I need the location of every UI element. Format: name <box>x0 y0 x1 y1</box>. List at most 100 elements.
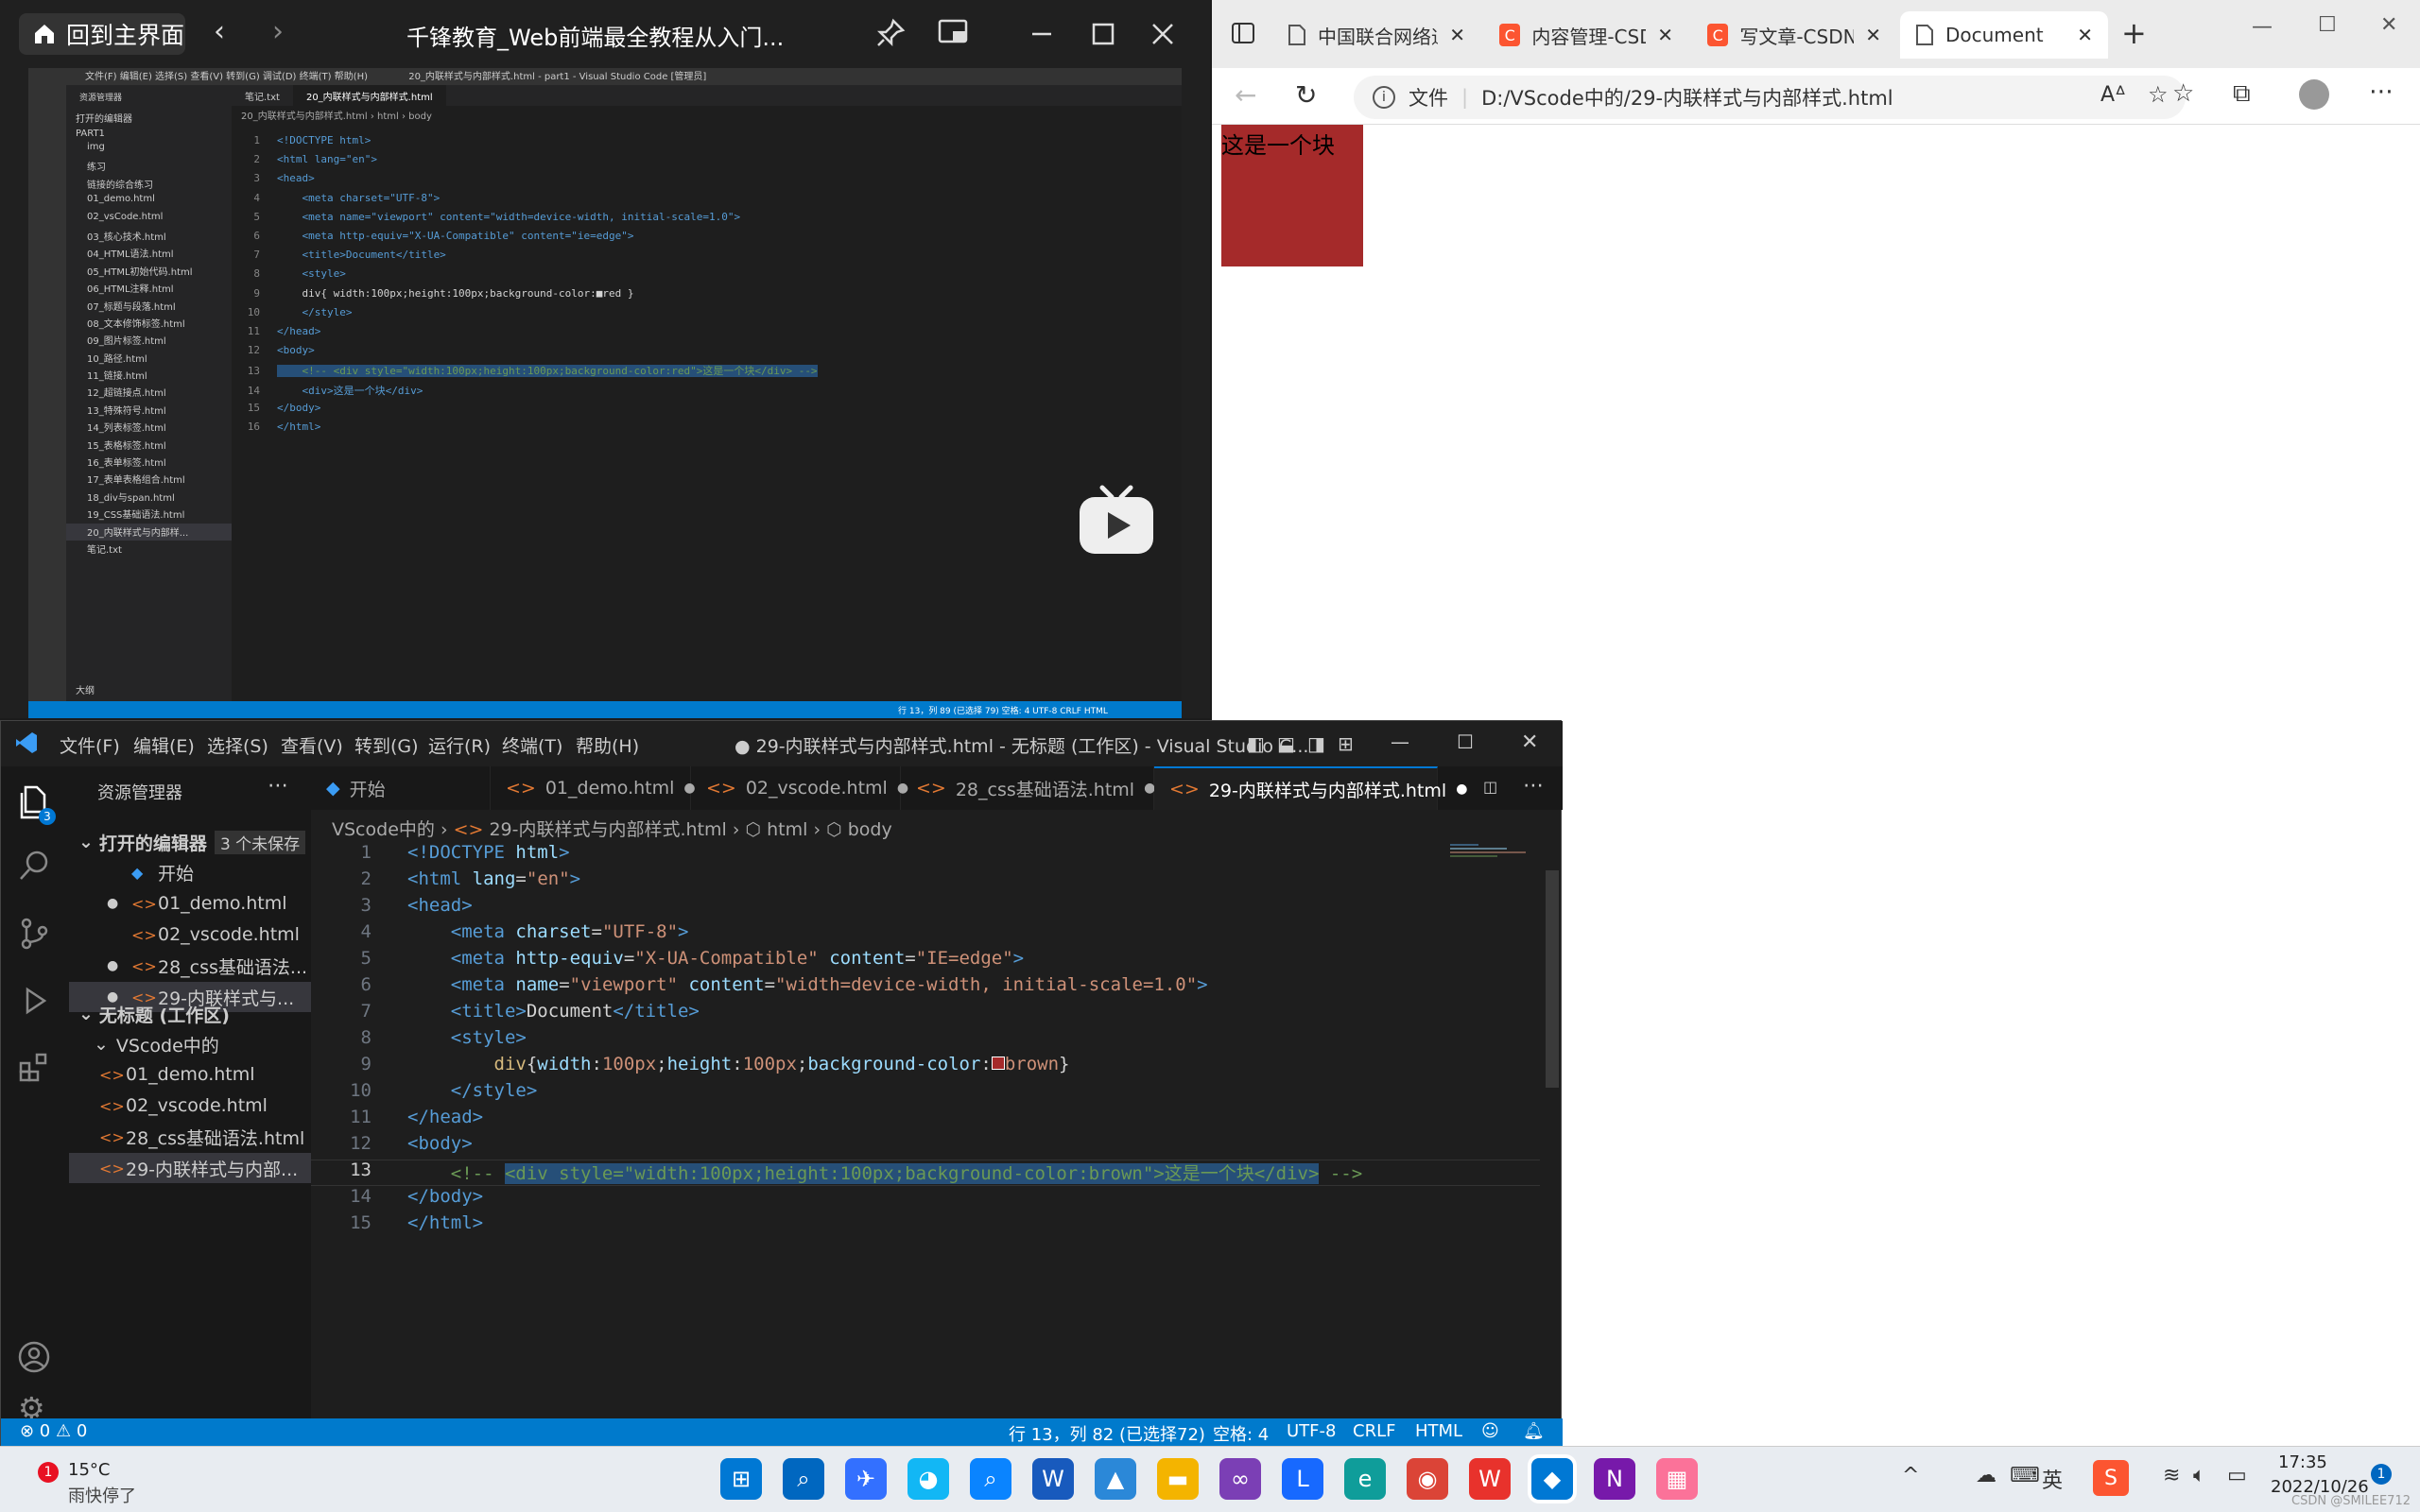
inner-file-item[interactable]: 链接的综合练习 <box>66 176 232 193</box>
url-input[interactable]: i 文件 | D:/VScode中的/29-内联样式与内部样式.html Aᐞ … <box>1354 76 2186 119</box>
forward-icon[interactable]: › <box>272 15 284 48</box>
volume-icon[interactable]: 🔈︎ <box>2193 1464 2205 1487</box>
minimize-icon[interactable]: — <box>2252 15 2273 39</box>
collections-icon[interactable]: ⧉ <box>2233 79 2251 109</box>
menu-item[interactable]: 运行(R) <box>428 732 491 758</box>
read-aloud-icon[interactable]: Aᐞ <box>2100 83 2126 107</box>
close-icon[interactable] <box>1151 23 1174 45</box>
problems-indicator[interactable]: ⊗ 0 ⚠ 0 <box>20 1421 87 1441</box>
profile-avatar[interactable] <box>2299 79 2329 110</box>
inner-file-item[interactable]: 20_内联样式与内部样... <box>66 523 232 541</box>
editor-more-icon[interactable]: ⋯ <box>1523 774 1544 798</box>
tab-actions-icon[interactable] <box>1231 21 1255 45</box>
breadcrumb-item[interactable]: html <box>767 819 807 840</box>
onenote-icon[interactable]: N <box>1594 1458 1635 1500</box>
browser-tab[interactable]: C 内容管理-CSDN... ✕ <box>1484 11 1688 59</box>
editor-tab[interactable]: <> 01_demo.html ● <box>491 766 696 810</box>
editor-tab[interactable]: <> 28_css基础语法.html ● <box>901 766 1155 810</box>
inner-file-item[interactable]: 07_标题与段落.html <box>66 298 232 315</box>
minimize-icon[interactable]: — <box>1391 730 1409 753</box>
customize-layout-icon[interactable]: ⊞ <box>1338 732 1354 755</box>
menu-item[interactable]: 文件(F) <box>60 732 120 758</box>
notification-count-badge[interactable]: 1 <box>2371 1464 2392 1485</box>
inner-open-editors[interactable]: 打开的编辑器 <box>66 109 232 127</box>
close-icon[interactable]: ✕ <box>1521 730 1538 754</box>
encoding[interactable]: UTF-8 <box>1287 1421 1336 1441</box>
editor-tab[interactable]: ◆ 开始 <box>311 766 491 810</box>
workspace-file-item[interactable]: <> 28_css基础语法.html <box>69 1122 311 1152</box>
bilibili-icon[interactable]: ▦ <box>1656 1458 1698 1500</box>
menu-item[interactable]: 查看(V) <box>281 732 343 758</box>
workspace-file-item[interactable]: <> 29-内联样式与内部... <box>69 1153 311 1183</box>
inner-file-item[interactable]: 03_核心技术.html <box>66 228 232 245</box>
run-debug-icon[interactable] <box>18 986 50 1018</box>
open-editor-item[interactable]: <> 02_vscode.html <box>69 919 311 950</box>
edge-icon[interactable]: e <box>1344 1458 1386 1500</box>
refresh-icon[interactable]: ↻ <box>1295 79 1317 111</box>
feishu-icon[interactable]: ✈ <box>845 1458 887 1500</box>
wifi-icon[interactable]: ≋ <box>2163 1464 2180 1487</box>
maximize-icon[interactable] <box>1092 23 1115 45</box>
minimize-icon[interactable] <box>1030 23 1053 45</box>
inner-file-item[interactable]: 09_图片标签.html <box>66 332 232 349</box>
indentation[interactable]: 空格: 4 <box>1213 1421 1269 1446</box>
inner-file-item[interactable]: 02_vsCode.html <box>66 211 232 228</box>
tray-app-icon[interactable]: S <box>2093 1460 2129 1496</box>
inner-file-item[interactable]: 12_超链接点.html <box>66 384 232 401</box>
minimap[interactable] <box>1450 842 1545 876</box>
inner-file-item[interactable]: 16_表单标签.html <box>66 454 232 471</box>
inner-file-item[interactable]: 13_特殊符号.html <box>66 402 232 419</box>
language-mode[interactable]: HTML <box>1415 1421 1462 1441</box>
visual-studio-icon[interactable]: ∞ <box>1219 1458 1261 1500</box>
photos-icon[interactable]: ▲ <box>1095 1458 1136 1500</box>
inner-file-item[interactable]: 01_demo.html <box>66 193 232 210</box>
vscode-icon[interactable]: ◆ <box>1531 1458 1573 1500</box>
inner-file-item[interactable]: 18_div与span.html <box>66 489 232 506</box>
scrollbar[interactable] <box>1546 870 1559 1088</box>
toggle-secondary-sidebar-icon[interactable]: ◨ <box>1307 732 1325 755</box>
tab-close-icon[interactable]: ✕ <box>1865 24 1881 46</box>
inner-file-item[interactable]: img <box>66 141 232 158</box>
new-tab-icon[interactable]: + <box>2121 15 2147 51</box>
battery-icon[interactable]: ▭ <box>2227 1464 2247 1487</box>
inner-file-item[interactable]: 10_路径.html <box>66 350 232 367</box>
source-control-icon[interactable] <box>18 918 50 950</box>
toggle-sidebar-icon[interactable]: ◧ <box>1247 732 1265 755</box>
back-icon[interactable]: ← <box>1235 79 1256 111</box>
inner-code-editor[interactable]: 1 <!DOCTYPE html> 2 <html lang="en"> 3 <head>… <box>232 134 1158 701</box>
qq-icon[interactable]: ◕ <box>908 1458 949 1500</box>
editor-tab[interactable]: <> 02_vscode.html ● <box>691 766 908 810</box>
menu-item[interactable]: 终端(T) <box>502 732 562 758</box>
browser-tab[interactable]: C 写文章-CSDN博... ✕ <box>1692 11 1896 59</box>
keyboard-icon[interactable]: ⌨ <box>2010 1464 2040 1487</box>
extensions-icon[interactable] <box>18 1052 50 1084</box>
inner-folder[interactable]: PART1 <box>66 127 232 141</box>
lenovo-icon[interactable]: L <box>1282 1458 1323 1500</box>
search-icon[interactable] <box>18 850 50 882</box>
cursor-position[interactable]: 行 13，列 82 (已选择72) <box>1009 1421 1205 1446</box>
workspace-header[interactable]: ⌄ 无标题 (工作区) <box>69 999 311 1029</box>
file-explorer-icon[interactable]: ▬ <box>1157 1458 1199 1500</box>
folder-row[interactable]: ⌄ VScode中的 <box>69 1029 311 1059</box>
back-icon[interactable]: ‹ <box>214 15 225 48</box>
maximize-icon[interactable]: ☐ <box>2318 13 2337 37</box>
code-editor[interactable]: 1 2 3 4 5 6 7 8 9 10 11 12 13 14 15 <!DOCTYPE html> <h… <box>311 842 1559 1428</box>
inner-file-item[interactable]: 17_表单表格组合.html <box>66 471 232 488</box>
start-icon[interactable]: ⊞ <box>720 1458 762 1500</box>
pip-icon[interactable] <box>938 19 970 47</box>
pin-icon[interactable] <box>874 17 907 49</box>
inner-outline[interactable]: 大纲 <box>76 682 95 696</box>
menu-item[interactable]: 帮助(H) <box>576 732 639 758</box>
inner-file-item[interactable]: 笔记.txt <box>66 541 232 558</box>
menu-item[interactable]: 编辑(E) <box>133 732 195 758</box>
bing-search-icon[interactable]: ⌕ <box>970 1458 1011 1500</box>
open-editor-item[interactable]: ● <> 28_css基础语法... <box>69 951 311 981</box>
favorites-icon[interactable]: ☆ <box>2172 79 2194 108</box>
inner-file-item[interactable]: 05_HTML初始代码.html <box>66 263 232 280</box>
wps-icon[interactable]: W <box>1469 1458 1511 1500</box>
menu-item[interactable]: 选择(S) <box>207 732 268 758</box>
inner-file-item[interactable]: 08_文本修饰标签.html <box>66 315 232 332</box>
inner-file-item[interactable]: 19_CSS基础语法.html <box>66 506 232 523</box>
line-ending[interactable]: CRLF <box>1353 1421 1395 1441</box>
home-button[interactable]: 回到主界面 <box>19 13 185 55</box>
